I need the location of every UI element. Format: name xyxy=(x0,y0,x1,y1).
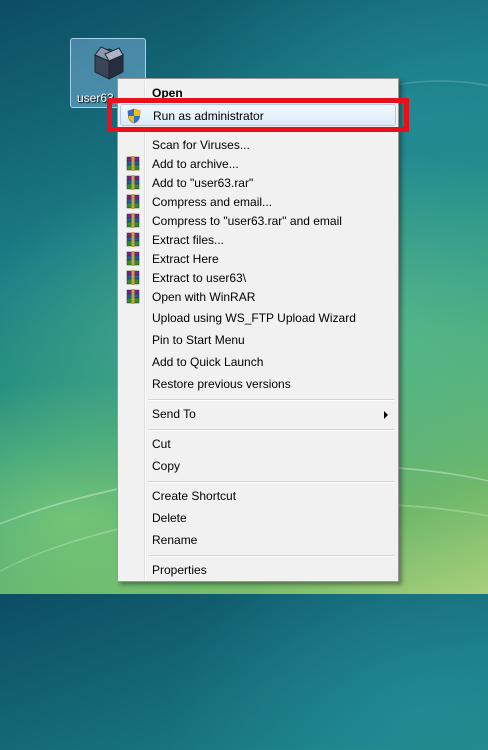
menu-item-open-with-winrar[interactable]: Open with WinRAR xyxy=(120,286,396,308)
menu-item-label: Cut xyxy=(152,437,171,451)
menu-item-label: Create Shortcut xyxy=(152,489,237,503)
menu-item-pin-to-start-menu[interactable]: Pin to Start Menu xyxy=(120,329,396,351)
menu-item-label: Properties xyxy=(152,563,207,577)
menu-item-copy[interactable]: Copy xyxy=(120,455,396,477)
winrar-icon xyxy=(125,289,141,305)
menu-separator xyxy=(148,399,394,401)
winrar-icon xyxy=(125,213,141,229)
menu-item-label: Open with WinRAR xyxy=(152,290,256,304)
menu-item-label: Pin to Start Menu xyxy=(152,333,245,347)
winrar-icon xyxy=(125,270,141,286)
menu-item-label: Upload using WS_FTP Upload Wizard xyxy=(152,311,356,325)
menu-item-cut[interactable]: Cut xyxy=(120,433,396,455)
winrar-icon xyxy=(125,232,141,248)
menu-item-upload-wsftp[interactable]: Upload using WS_FTP Upload Wizard xyxy=(120,307,396,329)
menu-item-label: Delete xyxy=(152,511,187,525)
menu-item-send-to[interactable]: Send To xyxy=(120,403,396,425)
menu-item-label: Rename xyxy=(152,533,198,547)
menu-item-create-shortcut[interactable]: Create Shortcut xyxy=(120,485,396,507)
menu-item-label: Send To xyxy=(152,407,196,421)
winrar-icon xyxy=(125,175,141,191)
menu-item-add-to-quick-launch[interactable]: Add to Quick Launch xyxy=(120,351,396,373)
menu-item-rename[interactable]: Rename xyxy=(120,529,396,551)
submenu-arrow-icon xyxy=(384,411,388,419)
menu-separator xyxy=(148,555,394,557)
winrar-icon xyxy=(125,251,141,267)
winrar-icon xyxy=(125,156,141,172)
menu-item-restore-previous-versions[interactable]: Restore previous versions xyxy=(120,373,396,395)
menu-separator xyxy=(148,481,394,483)
menu-item-label: Add to Quick Launch xyxy=(152,355,264,369)
context-menu: Open Run as administrator Scan for Virus… xyxy=(117,78,399,582)
menu-separator xyxy=(148,429,394,431)
menu-item-properties[interactable]: Properties xyxy=(120,559,396,581)
menu-item-label: Restore previous versions xyxy=(152,377,291,391)
highlight-annotation-box xyxy=(107,98,409,132)
menu-item-delete[interactable]: Delete xyxy=(120,507,396,529)
menu-item-label: Copy xyxy=(152,459,181,473)
winrar-icon xyxy=(125,194,141,210)
